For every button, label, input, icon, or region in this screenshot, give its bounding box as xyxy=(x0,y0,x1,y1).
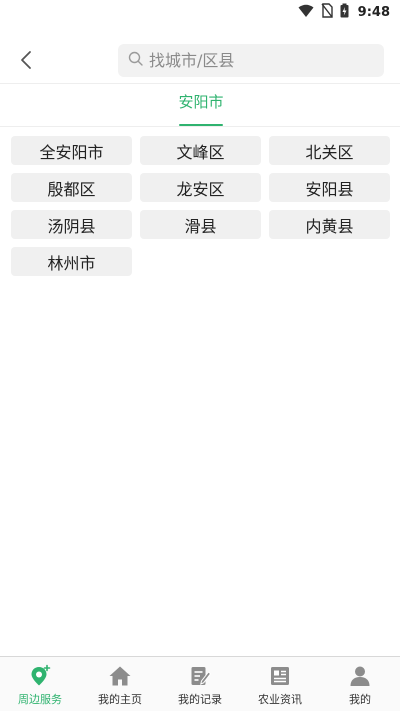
nav-label: 周边服务 xyxy=(18,693,62,706)
nav-label: 我的 xyxy=(349,693,371,706)
district-option[interactable]: 龙安区 xyxy=(140,173,261,202)
tab-divider xyxy=(0,126,400,127)
nav-item-me[interactable]: 我的 xyxy=(320,657,400,711)
district-option[interactable]: 全安阳市 xyxy=(11,136,132,165)
district-option[interactable]: 北关区 xyxy=(269,136,390,165)
district-option[interactable]: 滑县 xyxy=(140,210,261,239)
nav-item-agri-news[interactable]: 农业资讯 xyxy=(240,657,320,711)
district-option[interactable]: 林州市 xyxy=(11,247,132,276)
bottom-nav: 周边服务 我的主页 我的记录 农业资讯 我的 xyxy=(0,657,400,711)
back-button[interactable] xyxy=(12,48,40,76)
nav-item-nearby-services[interactable]: 周边服务 xyxy=(0,657,80,711)
nav-label: 农业资讯 xyxy=(258,693,302,706)
search-input[interactable] xyxy=(149,51,369,70)
nav-label: 我的记录 xyxy=(178,693,222,706)
search-box[interactable] xyxy=(118,44,384,77)
status-icons: 9:48 xyxy=(298,3,390,22)
edit-note-icon xyxy=(187,663,213,689)
status-time: 9:48 xyxy=(357,5,390,20)
nav-item-my-records[interactable]: 我的记录 xyxy=(160,657,240,711)
header-divider xyxy=(0,83,400,84)
nav-label: 我的主页 xyxy=(98,693,142,706)
wifi-icon xyxy=(298,3,314,22)
header xyxy=(0,38,400,82)
chevron-left-icon xyxy=(20,50,32,74)
home-icon xyxy=(107,663,133,689)
person-icon xyxy=(347,663,373,689)
newspaper-icon xyxy=(267,663,293,689)
nav-item-my-home[interactable]: 我的主页 xyxy=(80,657,160,711)
location-pin-icon xyxy=(27,663,53,689)
tab-label: 安阳市 xyxy=(178,93,224,111)
district-grid: 全安阳市 文峰区 北关区 殷都区 龙安区 安阳县 汤阴县 滑县 内黄县 林州市 xyxy=(11,136,391,276)
district-option[interactable]: 内黄县 xyxy=(269,210,390,239)
status-bar: 9:48 xyxy=(0,0,400,24)
no-sim-icon xyxy=(321,3,333,22)
district-option[interactable]: 汤阴县 xyxy=(11,210,132,239)
district-option[interactable]: 殷都区 xyxy=(11,173,132,202)
search-icon xyxy=(128,51,143,70)
tab-anyang[interactable]: 安阳市 xyxy=(170,90,232,126)
battery-charging-icon xyxy=(340,3,349,22)
district-option[interactable]: 文峰区 xyxy=(140,136,261,165)
district-option[interactable]: 安阳县 xyxy=(269,173,390,202)
